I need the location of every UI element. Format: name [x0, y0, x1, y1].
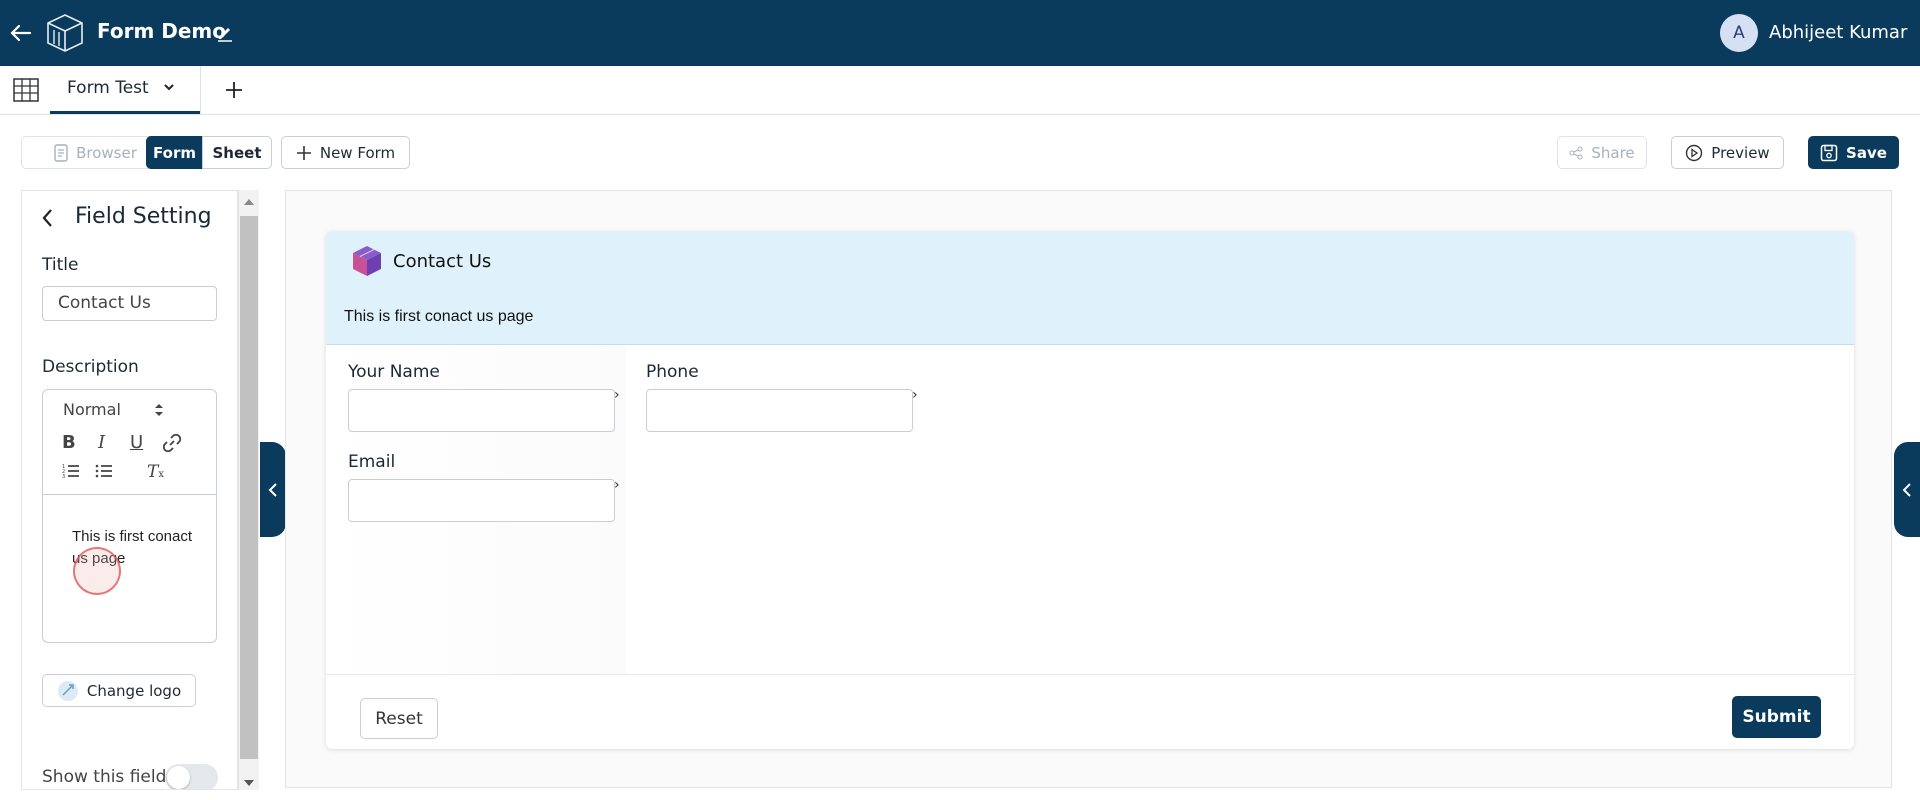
title-label: Title	[42, 255, 79, 275]
show-field-toggle[interactable]	[165, 764, 218, 789]
chevron-right-icon[interactable]: ›	[614, 387, 620, 403]
chevron-right-icon[interactable]: ›	[912, 387, 918, 403]
form-logo-cube-icon	[351, 244, 383, 278]
tab-form-test[interactable]: Form Test	[50, 66, 200, 114]
form-canvas: Contact Us This is first conact us page …	[285, 190, 1892, 788]
chevron-left-icon	[267, 482, 279, 498]
select-arrows-icon	[153, 402, 165, 418]
save-button[interactable]: Save	[1808, 136, 1899, 169]
save-label: Save	[1846, 143, 1887, 162]
field-setting-panel: Field Setting Title Contact Us Descripti…	[21, 190, 238, 790]
submit-button[interactable]: Submit	[1732, 696, 1821, 738]
logo-sparkle-icon	[57, 680, 79, 702]
grid-table-icon[interactable]	[13, 78, 39, 102]
phone-field-label: Phone	[646, 362, 699, 382]
browser-label: Browser	[76, 143, 137, 162]
form-card: Contact Us This is first conact us page …	[326, 231, 1854, 749]
new-form-button[interactable]: New Form	[281, 136, 410, 169]
scroll-down-arrow-icon[interactable]	[244, 780, 254, 787]
app-title: Form Demo	[97, 19, 227, 43]
name-field-label: Your Name	[348, 362, 440, 382]
toolbar: Browser Form Sheet New Form Share Previe…	[0, 115, 1920, 189]
collapse-left-panel-button[interactable]	[260, 442, 286, 537]
chevron-left-icon	[1901, 482, 1913, 498]
ordered-list-icon[interactable]: 123	[62, 463, 80, 479]
tab-divider	[200, 66, 201, 114]
document-icon	[54, 143, 68, 162]
form-title: Contact Us	[393, 251, 492, 272]
form-header: Contact Us This is first conact us page	[326, 231, 1854, 345]
email-field-label: Email	[348, 452, 396, 472]
format-select[interactable]: Normal	[63, 400, 173, 422]
underline-icon[interactable]: U	[130, 432, 143, 453]
click-indicator	[73, 547, 121, 595]
footer-divider	[326, 674, 1854, 675]
scroll-up-arrow-icon[interactable]	[244, 198, 254, 205]
chevron-down-icon[interactable]	[162, 80, 176, 94]
bold-icon[interactable]: B	[62, 432, 76, 453]
editor-toolbar: Normal B I U 123 Tx	[43, 390, 216, 495]
play-circle-icon	[1685, 144, 1703, 162]
show-field-label: Show this field	[42, 767, 167, 787]
tab-bar: Form Test	[0, 66, 1920, 115]
rich-text-editor: Normal B I U 123 Tx This is first conact…	[42, 389, 217, 643]
phone-field-input[interactable]	[646, 389, 913, 432]
description-label: Description	[42, 357, 139, 377]
share-button[interactable]: Share	[1557, 136, 1647, 169]
top-bar: Form Demo A Abhijeet Kumar	[0, 0, 1920, 66]
form-toggle-button[interactable]: Form	[146, 136, 203, 169]
bullet-list-icon[interactable]	[95, 463, 113, 479]
panel-heading: Field Setting	[75, 204, 212, 229]
change-logo-button[interactable]: Change logo	[42, 674, 196, 707]
add-tab-plus-icon[interactable]	[223, 79, 245, 101]
svg-text:3: 3	[62, 474, 65, 479]
new-form-label: New Form	[319, 143, 396, 162]
save-disk-icon	[1820, 144, 1838, 162]
avatar[interactable]: A	[1720, 14, 1758, 52]
toggle-knob	[167, 766, 190, 789]
back-arrow-icon[interactable]	[8, 20, 34, 46]
clear-format-icon[interactable]: Tx	[147, 462, 164, 482]
chevron-right-icon[interactable]: ›	[614, 477, 620, 493]
form-description: This is first conact us page	[344, 308, 534, 325]
reset-button[interactable]: Reset	[360, 698, 438, 739]
share-label: Share	[1591, 143, 1635, 162]
change-logo-label: Change logo	[86, 681, 182, 700]
user-name[interactable]: Abhijeet Kumar	[1769, 22, 1907, 43]
tab-label: Form Test	[67, 78, 149, 98]
email-field-input[interactable]	[348, 479, 615, 522]
sheet-toggle-button[interactable]: Sheet	[202, 136, 272, 169]
expand-right-panel-button[interactable]	[1894, 442, 1920, 537]
panel-scrollbar[interactable]	[238, 190, 259, 790]
back-chevron-icon[interactable]	[39, 207, 57, 229]
preview-label: Preview	[1711, 143, 1770, 162]
italic-icon[interactable]: I	[98, 432, 105, 453]
plus-icon	[296, 145, 312, 161]
title-input[interactable]: Contact Us	[42, 286, 217, 321]
link-icon[interactable]	[163, 434, 181, 452]
edit-pencil-icon[interactable]	[216, 24, 234, 42]
preview-button[interactable]: Preview	[1671, 136, 1784, 169]
format-select-value: Normal	[63, 400, 121, 419]
name-field-input[interactable]	[348, 389, 615, 432]
scroll-thumb[interactable]	[240, 216, 258, 759]
app-logo-icon	[44, 12, 86, 54]
share-icon	[1569, 146, 1583, 160]
